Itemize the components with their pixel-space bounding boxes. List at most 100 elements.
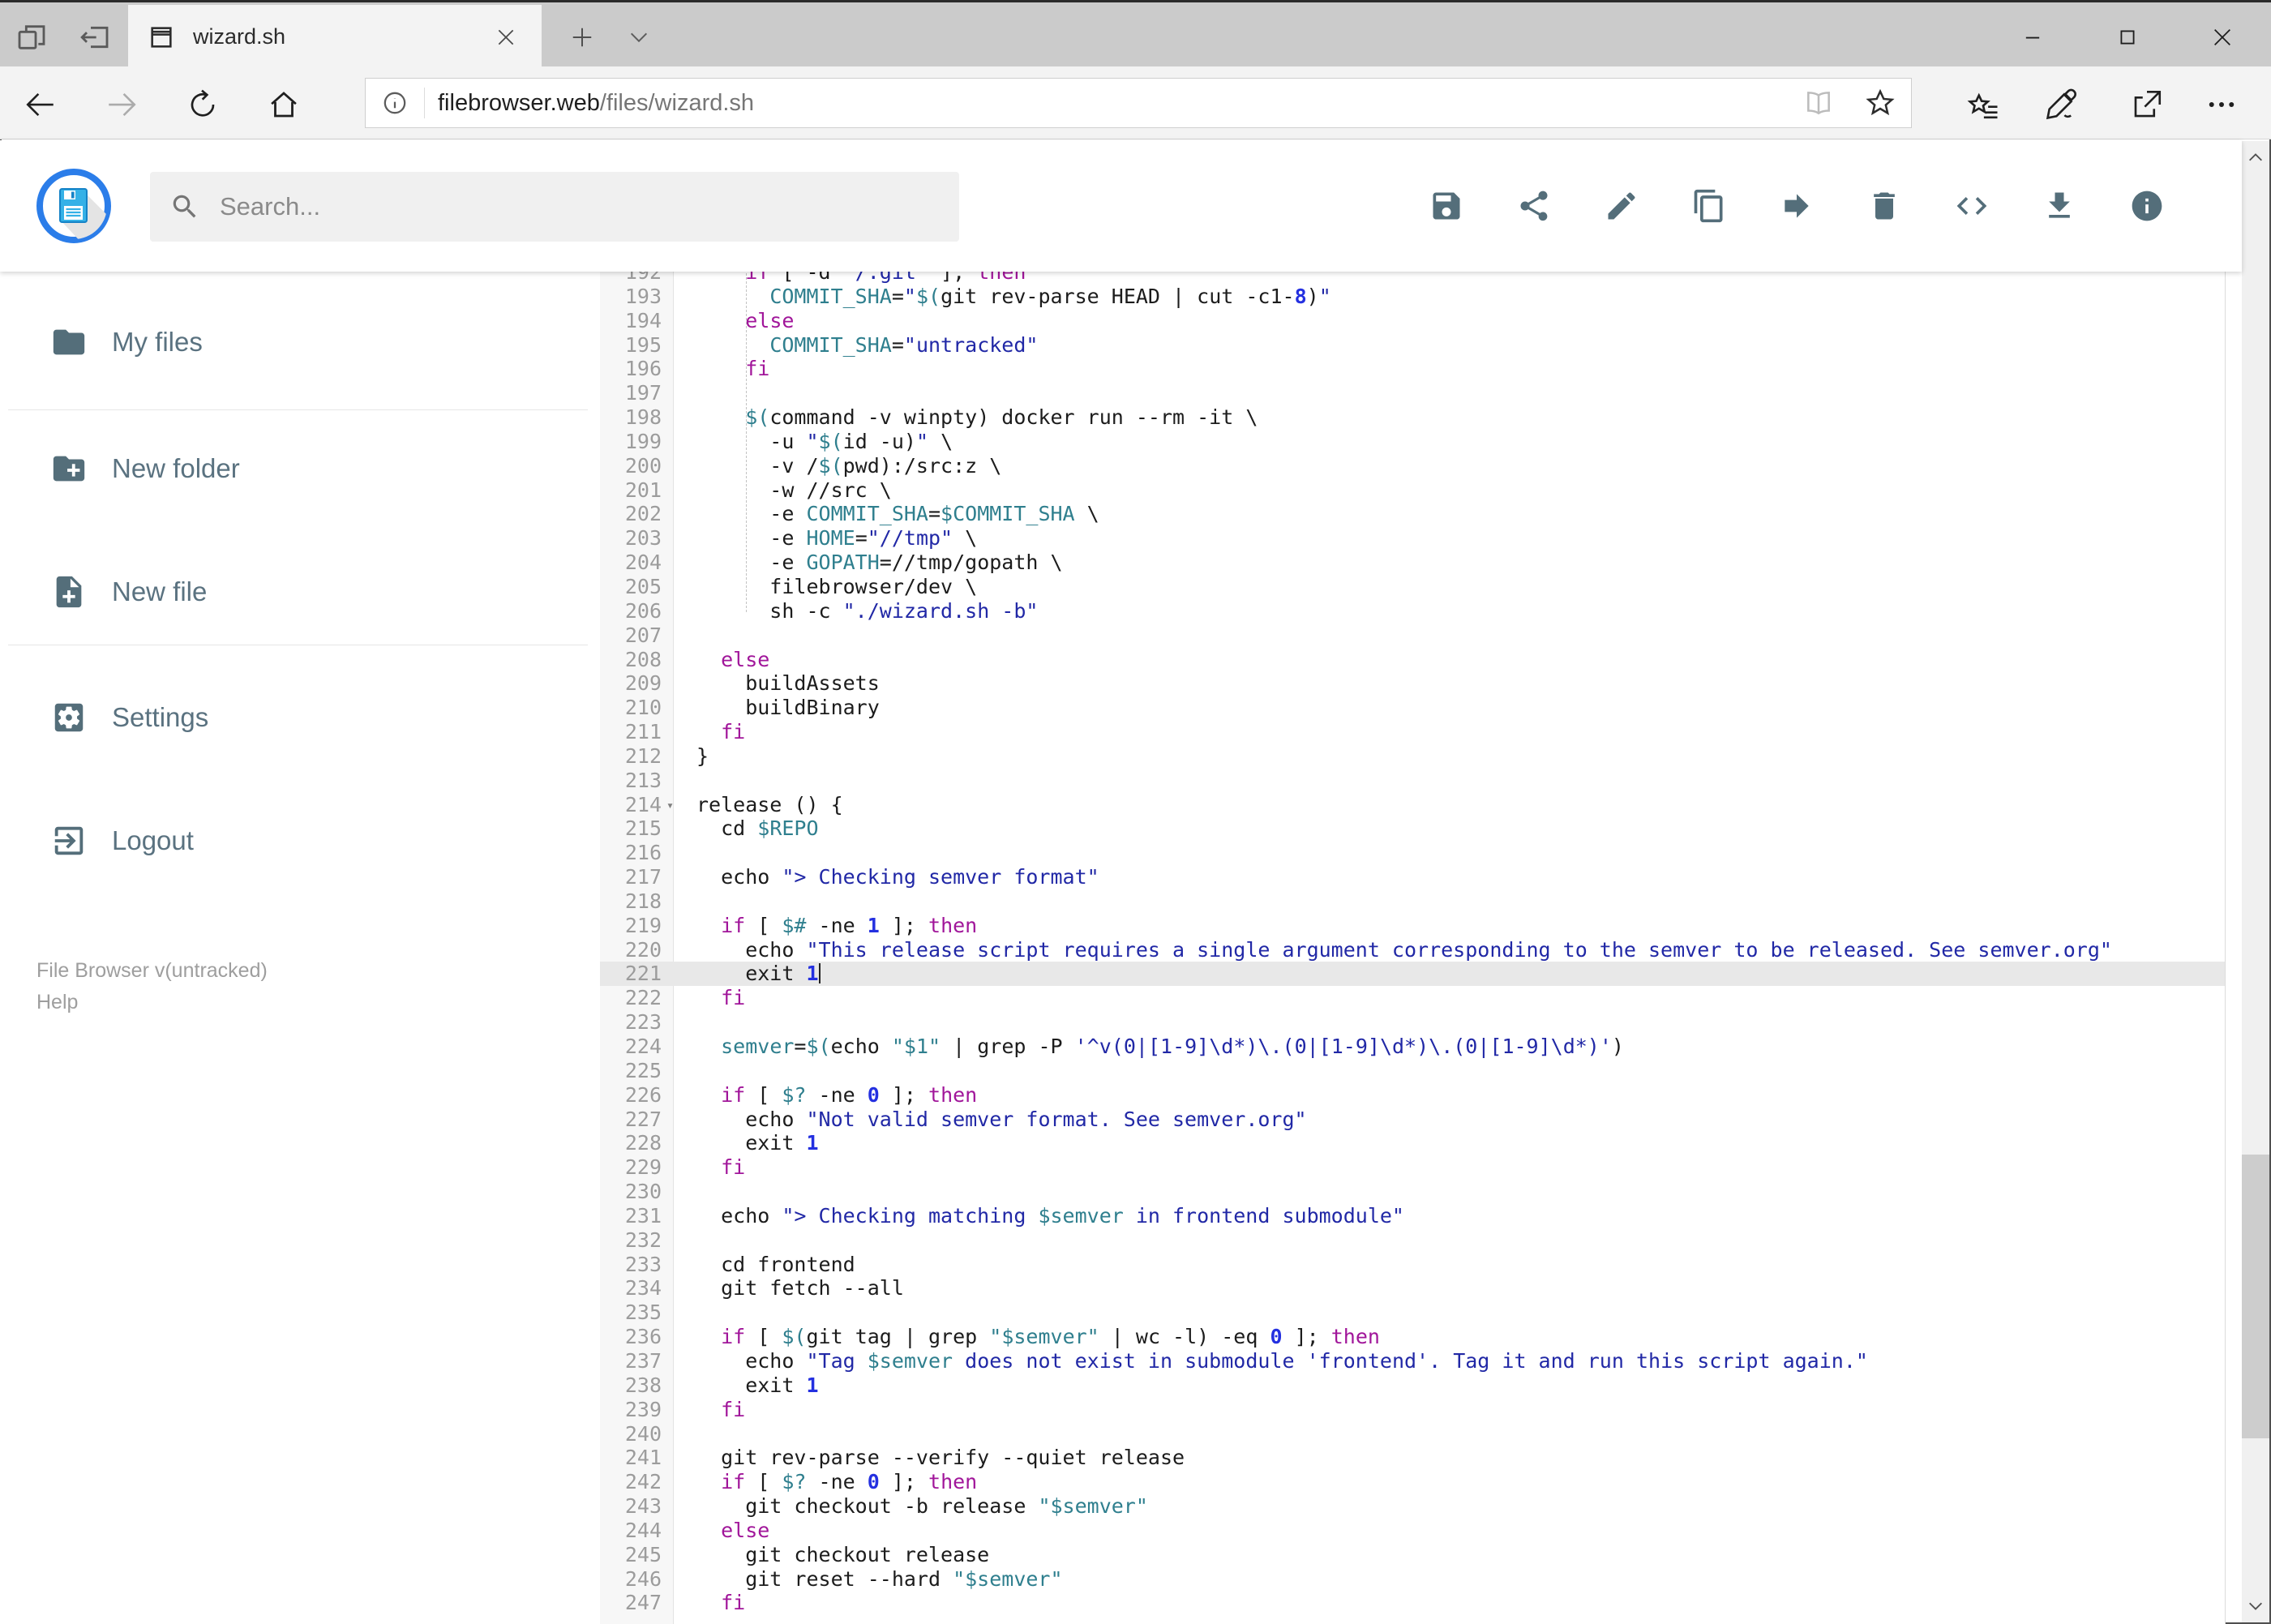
line-number[interactable]: 204 — [600, 551, 673, 575]
line-number[interactable]: 193 — [600, 285, 673, 309]
sidebar-item-new-folder[interactable]: New folder — [0, 432, 600, 505]
code-line-207[interactable]: 207 — [600, 623, 2225, 648]
line-number[interactable]: 246 — [600, 1567, 673, 1592]
save-button[interactable] — [1429, 188, 1464, 224]
refresh-button[interactable] — [185, 87, 221, 122]
code-line-214[interactable]: 214 ▾ release () { — [600, 793, 2225, 817]
scroll-down-button[interactable] — [2242, 1592, 2269, 1619]
code-line-208[interactable]: 208 else — [600, 648, 2225, 672]
line-number[interactable]: 218 — [600, 889, 673, 914]
code-line-199[interactable]: 199 -u "$(id -u)" \ — [600, 430, 2225, 454]
line-number[interactable]: 237 — [600, 1349, 673, 1373]
code-line-245[interactable]: 245 git checkout release — [600, 1543, 2225, 1567]
code-line-195[interactable]: 195 COMMIT_SHA="untracked" — [600, 333, 2225, 358]
line-number[interactable]: 194 — [600, 309, 673, 333]
code-line-244[interactable]: 244 else — [600, 1519, 2225, 1543]
code-line-204[interactable]: 204 -e GOPATH=//tmp/gopath \ — [600, 551, 2225, 575]
more-button[interactable] — [2204, 87, 2239, 122]
code-line-212[interactable]: 212} — [600, 744, 2225, 769]
share-button[interactable] — [1516, 188, 1552, 224]
line-number[interactable]: 234 — [600, 1276, 673, 1300]
line-number[interactable]: 198 — [600, 405, 673, 430]
tab-preview-button[interactable] — [0, 5, 63, 69]
code-line-246[interactable]: 246 git reset --hard "$semver" — [600, 1567, 2225, 1592]
code-line-198[interactable]: 198 $(command -v winpty) docker run --rm… — [600, 405, 2225, 430]
code-line-228[interactable]: 228 exit 1 — [600, 1131, 2225, 1155]
tab-close-button[interactable] — [490, 21, 522, 54]
code-line-200[interactable]: 200 -v /$(pwd):/src:z \ — [600, 454, 2225, 478]
set-aside-tabs-button[interactable] — [63, 5, 126, 69]
sidebar-item-logout[interactable]: Logout — [0, 804, 600, 877]
line-number[interactable]: 199 — [600, 430, 673, 454]
code-line-247[interactable]: 247 fi — [600, 1591, 2225, 1615]
help-link[interactable]: Help — [36, 987, 268, 1018]
forward-button[interactable] — [104, 87, 139, 122]
line-number[interactable]: 217 — [600, 865, 673, 889]
site-info-button[interactable] — [366, 89, 424, 117]
line-number[interactable]: 197 — [600, 381, 673, 405]
line-number[interactable]: 196 — [600, 357, 673, 381]
code-line-222[interactable]: 222 fi — [600, 986, 2225, 1010]
code-line-235[interactable]: 235 — [600, 1300, 2225, 1325]
url-text[interactable]: filebrowser.web/files/wizard.sh — [425, 90, 1788, 117]
filebrowser-logo[interactable] — [35, 167, 113, 245]
line-number[interactable]: 239 — [600, 1398, 673, 1422]
tab-list-button[interactable] — [613, 5, 665, 69]
code-line-229[interactable]: 229 fi — [600, 1155, 2225, 1180]
line-number[interactable]: 208 — [600, 648, 673, 672]
sidebar-item-my-files[interactable]: My files — [0, 306, 600, 379]
line-number[interactable]: 228 — [600, 1131, 673, 1155]
code-line-215[interactable]: 215 cd $REPO — [600, 816, 2225, 841]
move-button[interactable] — [1779, 188, 1815, 224]
raw-view-button[interactable] — [1954, 188, 1990, 224]
code-line-241[interactable]: 241 git rev-parse --verify --quiet relea… — [600, 1446, 2225, 1470]
code-line-218[interactable]: 218 — [600, 889, 2225, 914]
line-number[interactable]: 223 — [600, 1010, 673, 1035]
line-number[interactable]: 241 — [600, 1446, 673, 1470]
line-number[interactable]: 201 — [600, 478, 673, 503]
code-line-205[interactable]: 205 filebrowser/dev \ — [600, 575, 2225, 599]
code-line-226[interactable]: 226 if [ $? -ne 0 ]; then — [600, 1083, 2225, 1108]
code-line-206[interactable]: 206 sh -c "./wizard.sh -b" — [600, 599, 2225, 623]
code-line-192[interactable]: 192 if [ -d "/.git" ]; then — [600, 272, 2225, 285]
code-line-210[interactable]: 210 buildBinary — [600, 696, 2225, 720]
line-number[interactable]: 233 — [600, 1253, 673, 1277]
line-number[interactable]: 200 — [600, 454, 673, 478]
line-number[interactable]: 225 — [600, 1059, 673, 1083]
line-number[interactable]: 224 — [600, 1035, 673, 1059]
line-number[interactable]: 240 — [600, 1422, 673, 1446]
line-number[interactable]: 205 — [600, 575, 673, 599]
code-line-221[interactable]: 221 exit 1 — [600, 962, 2225, 987]
line-number[interactable]: 226 — [600, 1083, 673, 1108]
maximize-button[interactable] — [2080, 5, 2175, 69]
code-line-232[interactable]: 232 — [600, 1228, 2225, 1253]
line-number[interactable]: 210 — [600, 696, 673, 720]
line-number[interactable]: 212 — [600, 744, 673, 769]
code-line-217[interactable]: 217 echo "> Checking semver format" — [600, 865, 2225, 889]
line-number[interactable]: 207 — [600, 623, 673, 648]
home-button[interactable] — [266, 87, 302, 122]
line-number[interactable]: 203 — [600, 526, 673, 551]
code-line-242[interactable]: 242 if [ $? -ne 0 ]; then — [600, 1470, 2225, 1494]
code-line-201[interactable]: 201 -w //src \ — [600, 478, 2225, 503]
new-tab-button[interactable] — [556, 5, 608, 69]
code-line-211[interactable]: 211 fi — [600, 720, 2225, 744]
code-line-213[interactable]: 213 — [600, 769, 2225, 793]
fold-marker-icon[interactable]: ▾ — [666, 794, 674, 818]
code-line-216[interactable]: 216 — [600, 841, 2225, 865]
line-number[interactable]: 247 — [600, 1591, 673, 1615]
code-line-237[interactable]: 237 echo "Tag $semver does not exist in … — [600, 1349, 2225, 1373]
code-line-223[interactable]: 223 — [600, 1010, 2225, 1035]
line-number[interactable]: 206 — [600, 599, 673, 623]
line-number[interactable]: 242 — [600, 1470, 673, 1494]
line-number[interactable]: 209 — [600, 671, 673, 696]
line-number[interactable]: 235 — [600, 1300, 673, 1325]
line-number[interactable]: 231 — [600, 1204, 673, 1228]
line-number[interactable]: 215 — [600, 816, 673, 841]
code-line-231[interactable]: 231 echo "> Checking matching $semver in… — [600, 1204, 2225, 1228]
delete-button[interactable] — [1866, 188, 1902, 224]
code-line-243[interactable]: 243 git checkout -b release "$semver" — [600, 1494, 2225, 1519]
line-number[interactable]: 219 — [600, 914, 673, 938]
code-line-193[interactable]: 193 COMMIT_SHA="$(git rev-parse HEAD | c… — [600, 285, 2225, 309]
code-line-233[interactable]: 233 cd frontend — [600, 1253, 2225, 1277]
